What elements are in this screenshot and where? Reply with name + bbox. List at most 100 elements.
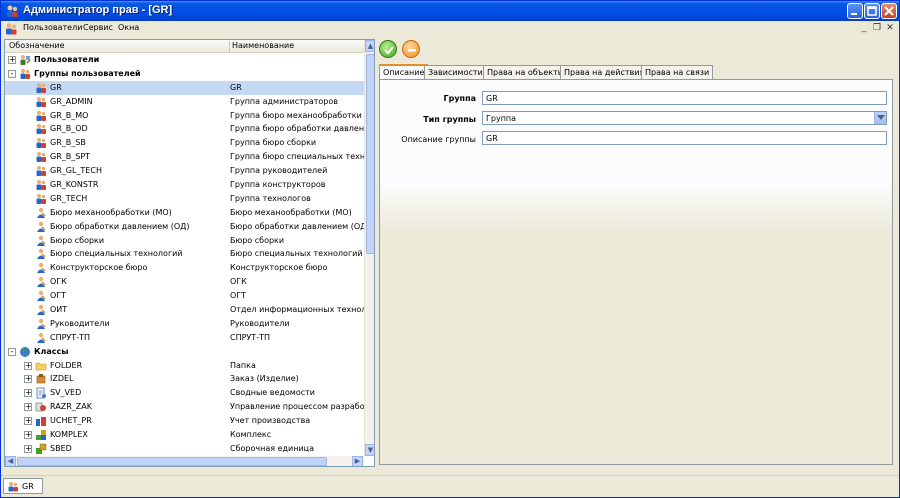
tree-row[interactable]: Конструкторское бюро Конструкторское бюро — [5, 261, 364, 275]
menu-bar: Пользователи Сервис Окна _ ❐ ✕ — [1, 21, 899, 37]
tree-row[interactable]: - Группы пользователей — [5, 67, 364, 81]
expand-icon[interactable]: + — [24, 361, 32, 370]
tab-dependencies[interactable]: Зависимости — [424, 65, 487, 79]
tree-row[interactable]: GR_GL_TECH Группа руководителей — [5, 164, 364, 178]
menu-users[interactable]: Пользователи — [21, 23, 84, 32]
expand-icon[interactable]: + — [24, 431, 32, 440]
tree-row[interactable]: Бюро обработки давлением (ОД) Бюро обрабо… — [5, 220, 364, 234]
cancel-button[interactable] — [402, 40, 420, 58]
complex-icon — [35, 429, 47, 441]
tree-row[interactable]: + Пользователи — [5, 53, 364, 67]
scroll-left-arrow[interactable]: ◀ — [5, 456, 16, 466]
tree-row[interactable]: + RAZR_ZAK Управление процессом разработки — [5, 400, 364, 414]
mdi-close-button[interactable]: ✕ — [885, 24, 895, 34]
expand-icon[interactable]: + — [24, 389, 32, 398]
column-header-name[interactable]: Наименование — [232, 41, 294, 50]
group-type-select[interactable]: Группа — [482, 111, 887, 125]
collapse-icon[interactable]: - — [8, 347, 16, 356]
group-icon — [35, 82, 47, 94]
tree-row[interactable]: + FOLDER Папка — [5, 359, 364, 373]
tree-row[interactable]: ОИТ Отдел информационных технологий — [5, 303, 364, 317]
close-button[interactable] — [881, 3, 897, 19]
tab-object-rights[interactable]: Права на объекты — [483, 65, 569, 79]
tree-row-name: Заказ (Изделие) — [230, 374, 299, 384]
tree-row-designation: GR_B_SPT — [50, 152, 91, 162]
tree-vertical-scrollbar[interactable]: ▲ ▼ — [364, 40, 374, 456]
scroll-up-arrow[interactable]: ▲ — [365, 40, 374, 52]
window-tab-gr[interactable]: GR — [3, 478, 43, 494]
tree-row[interactable]: GR_B_MO Группа бюро механообработки — [5, 109, 364, 123]
scroll-right-arrow[interactable]: ▶ — [352, 456, 363, 466]
tree-row-name: ОГК — [230, 277, 247, 287]
tree-row-name: Группа бюро специальных технологий — [230, 152, 364, 162]
tree-row[interactable]: GR_ADMIN Группа администраторов — [5, 95, 364, 109]
collapse-icon[interactable]: - — [8, 69, 16, 78]
group-label: Группа — [443, 94, 477, 103]
expand-icon[interactable]: + — [24, 444, 32, 453]
tree-row[interactable]: СПРУТ-ТП СПРУТ-ТП — [5, 331, 364, 345]
tree-row-designation: SV_VED — [50, 388, 82, 398]
group-field[interactable]: GR — [482, 91, 887, 105]
tree-row-name: Сводные ведомости — [230, 388, 315, 398]
tree-row-designation: GR_ADMIN — [50, 96, 93, 106]
tree-row[interactable]: ОГТ ОГТ — [5, 289, 364, 303]
accounting-icon — [35, 415, 47, 427]
column-separator[interactable] — [229, 41, 230, 52]
tree-row[interactable]: GR_B_SB Группа бюро сборки — [5, 136, 364, 150]
group-description-field[interactable]: GR — [482, 131, 887, 145]
tree-row[interactable]: + KOMPLEX Комплекс — [5, 428, 364, 442]
globe-icon — [19, 346, 31, 358]
tree-row-designation: Бюро обработки давлением (ОД) — [50, 221, 190, 231]
hscroll-thumb[interactable] — [17, 457, 327, 466]
tree-row[interactable]: + UCHET_PR Учет производства — [5, 414, 364, 428]
tree-row-name: Управление процессом разработки — [230, 402, 364, 412]
menu-service[interactable]: Сервис — [81, 23, 115, 32]
tree-row-name: ОГТ — [230, 291, 247, 301]
tree-row-name: Группа администраторов — [230, 96, 338, 106]
tree-row[interactable]: GR_B_OD Группа бюро обработки давлением. — [5, 122, 364, 136]
scroll-thumb[interactable] — [366, 54, 374, 254]
tree-row[interactable]: + IZDEL Заказ (Изделие) — [5, 372, 364, 386]
tree-row[interactable]: + SV_VED Сводные ведомости — [5, 386, 364, 400]
tree-row[interactable]: GR_B_SPT Группа бюро специальных технолог… — [5, 150, 364, 164]
tree-row[interactable]: GR_TECH Группа технологов — [5, 192, 364, 206]
content-fade — [380, 185, 892, 235]
scroll-down-arrow[interactable]: ▼ — [365, 444, 374, 456]
tree-row[interactable]: Бюро сборки Бюро сборки — [5, 234, 364, 248]
column-header-designation[interactable]: Обозначение — [9, 41, 65, 50]
department-icon — [35, 290, 47, 302]
tree-row[interactable]: - Классы — [5, 345, 364, 359]
department-icon — [35, 248, 47, 260]
tree-row-name: Руководители — [230, 318, 290, 328]
tree-horizontal-scrollbar[interactable]: ◀ ▶ — [5, 456, 364, 466]
content-background — [380, 235, 892, 464]
group-description-label: Описание группы — [401, 135, 476, 144]
tree-row[interactable]: Бюро специальных технологий Бюро специаль… — [5, 247, 364, 261]
tab-description[interactable]: Описание — [379, 64, 429, 79]
expand-icon[interactable]: + — [24, 375, 32, 384]
mdi-restore-button[interactable]: ❐ — [872, 24, 882, 34]
tab-action-rights[interactable]: Права на действия — [560, 65, 649, 79]
tree-row-designation: SBED — [50, 443, 72, 453]
tab-link-rights[interactable]: Права на связи — [641, 65, 714, 79]
tree-row-designation: IZDEL — [50, 374, 74, 384]
tree-row[interactable]: ОГК ОГК — [5, 275, 364, 289]
tree-row[interactable]: + SBED Сборочная единица — [5, 442, 364, 456]
apply-button[interactable] — [379, 40, 397, 58]
department-icon — [35, 262, 47, 274]
chevron-down-icon[interactable] — [874, 112, 886, 124]
menu-windows[interactable]: Окна — [116, 23, 141, 32]
maximize-button[interactable] — [864, 3, 880, 19]
minimize-button[interactable] — [847, 3, 863, 19]
tree-row[interactable]: Руководители Руководители — [5, 317, 364, 331]
expand-icon[interactable]: + — [24, 403, 32, 412]
status-bar: GR — [1, 475, 899, 497]
group-icon — [35, 123, 47, 135]
title-bar[interactable]: Администратор прав - [GR] — [1, 1, 899, 21]
mdi-minimize-button[interactable]: _ — [859, 24, 869, 34]
tree-row[interactable]: Бюро механообработки (МО) Бюро механообра… — [5, 206, 364, 220]
tree-row[interactable]: GR GR — [5, 80, 364, 95]
expand-icon[interactable]: + — [24, 417, 32, 426]
tree-row[interactable]: GR_KONSTR Группа конструкторов — [5, 178, 364, 192]
expand-icon[interactable]: + — [8, 56, 16, 64]
